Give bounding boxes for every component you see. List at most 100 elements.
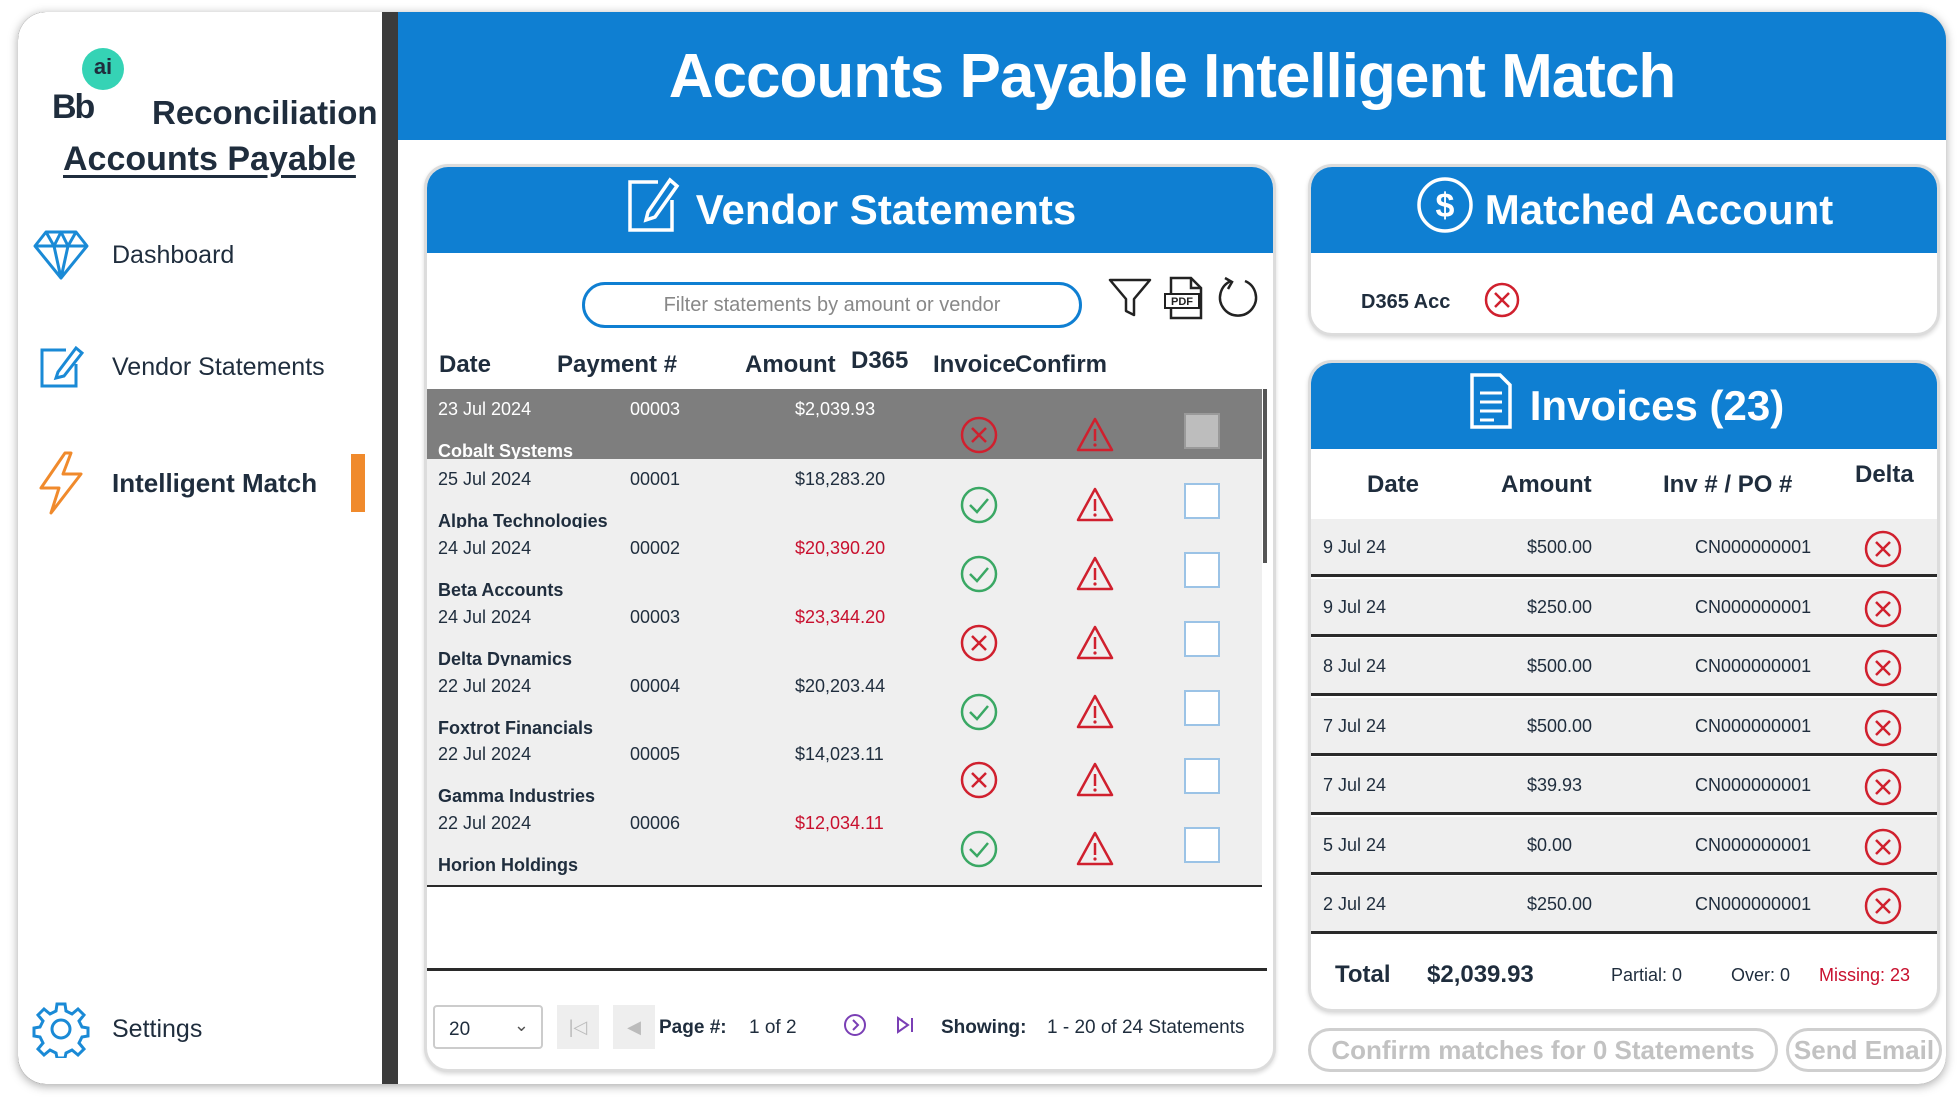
x-circle-icon <box>959 623 999 668</box>
first-page-button[interactable]: |◁ <box>557 1005 599 1049</box>
x-circle-icon[interactable] <box>1863 708 1903 753</box>
invoice-date: 7 Jul 24 <box>1323 715 1387 736</box>
vendor-statements-header: Vendor Statements <box>427 167 1273 253</box>
invoice-row[interactable]: 5 Jul 24 $0.00 CN000000001 <box>1311 816 1937 875</box>
x-circle-icon <box>959 760 999 805</box>
previous-page-icon: ◀ <box>627 1016 641 1037</box>
matched-account-panel: $ Matched Account D365 Acc <box>1308 164 1940 336</box>
filter-icon[interactable] <box>1107 275 1153 326</box>
confirm-checkbox[interactable] <box>1184 552 1220 588</box>
logo-ai-badge: ai <box>82 48 124 90</box>
warning-icon <box>1075 485 1115 530</box>
confirm-checkbox[interactable] <box>1184 758 1220 794</box>
invoice-number: CN000000001 <box>1695 537 1812 557</box>
toolbar: PDF <box>1107 275 1261 326</box>
x-circle-icon <box>959 415 999 460</box>
statement-amount: $18,283.20 <box>795 469 886 489</box>
x-circle-icon[interactable] <box>1863 767 1903 812</box>
warning-icon <box>1075 760 1115 805</box>
check-circle-icon <box>959 829 999 874</box>
partial-count: Partial: 0 <box>1611 965 1683 985</box>
invoice-number: CN000000001 <box>1695 656 1812 676</box>
invoice-row[interactable]: 8 Jul 24 $500.00 CN000000001 <box>1311 638 1937 696</box>
statement-amount: $20,203.44 <box>795 676 886 696</box>
refresh-icon[interactable] <box>1215 275 1261 326</box>
warning-icon <box>1075 829 1115 874</box>
confirm-checkbox[interactable] <box>1184 827 1220 863</box>
confirm-checkbox[interactable] <box>1184 483 1220 519</box>
statement-date: 24 Jul 2024 <box>438 607 532 627</box>
svg-text:PDF: PDF <box>1171 296 1193 308</box>
x-circle-icon[interactable] <box>1863 529 1903 574</box>
invoice-amount: $250.00 <box>1527 596 1593 617</box>
check-circle-icon <box>959 554 999 599</box>
invoice-row[interactable]: 7 Jul 24 $500.00 CN000000001 <box>1311 697 1937 756</box>
invoice-number: CN000000001 <box>1695 894 1812 914</box>
invoice-row[interactable]: 7 Jul 24 $39.93 CN000000001 <box>1311 757 1937 815</box>
statement-payment-number: 00006 <box>630 813 681 833</box>
statements-table-header: Date Payment # Amount D365 Invoice Confi… <box>427 343 1273 387</box>
confirm-matches-button[interactable]: Confirm matches for 0 Statements <box>1308 1028 1778 1072</box>
edit-document-icon <box>624 174 696 246</box>
invoice-amount: $0.00 <box>1527 834 1573 855</box>
send-email-button[interactable]: Send Email <box>1786 1028 1942 1072</box>
matched-account-header: $ Matched Account <box>1311 167 1937 253</box>
lightning-icon <box>30 451 92 515</box>
statement-amount: $20,390.20 <box>795 538 886 558</box>
page-size-select[interactable]: 20 ⌄ <box>433 1005 543 1049</box>
column-header: Amount <box>1501 471 1592 498</box>
sidebar: ai Bb Reconciliation Accounts Payable Da… <box>18 12 382 1084</box>
column-header: Inv # / PO # <box>1663 471 1793 498</box>
x-circle-icon[interactable] <box>1863 827 1903 872</box>
invoice-row[interactable]: 9 Jul 24 $250.00 CN000000001 <box>1311 578 1937 637</box>
pdf-icon[interactable]: PDF <box>1163 275 1205 326</box>
chevron-down-icon: ⌄ <box>513 1015 529 1035</box>
invoice-document-icon <box>1464 371 1530 441</box>
confirm-checkbox[interactable] <box>1184 621 1220 657</box>
statement-payment-number: 00003 <box>630 607 681 627</box>
sidebar-item-label: Vendor Statements <box>112 352 325 381</box>
account-label: D365 Acc <box>1361 291 1451 313</box>
column-header: Invoice <box>933 351 1016 378</box>
invoice-row[interactable]: 9 Jul 24 $500.00 CN000000001 <box>1311 519 1937 577</box>
column-header: Payment # <box>557 351 678 378</box>
page-size-value: 20 <box>449 1019 471 1040</box>
warning-icon <box>1075 554 1115 599</box>
invoices-table-header: Date Amount Inv # / PO # Delta <box>1311 449 1937 519</box>
scrollbar[interactable] <box>1263 389 1267 563</box>
invoice-number: CN000000001 <box>1695 715 1812 736</box>
invoice-date: 7 Jul 24 <box>1323 775 1387 795</box>
sidebar-item-settings[interactable]: Settings <box>30 994 370 1064</box>
invoice-amount: $500.00 <box>1527 715 1593 736</box>
x-circle-icon[interactable] <box>1863 589 1903 634</box>
x-circle-icon[interactable] <box>1863 886 1903 931</box>
statement-filter-input[interactable]: Filter statements by amount or vendor <box>582 282 1082 328</box>
app-window: ai Bb Reconciliation Accounts Payable Da… <box>18 12 1946 1084</box>
statement-amount: $23,344.20 <box>795 607 886 627</box>
previous-page-button[interactable]: ◀ <box>613 1005 655 1049</box>
sidebar-item-vendor-statements[interactable]: Vendor Statements <box>30 332 370 402</box>
next-page-icon[interactable] <box>843 1013 867 1043</box>
invoice-row[interactable]: 2 Jul 24 $250.00 CN000000001 <box>1311 876 1937 934</box>
page-value: 1 of 2 <box>749 1017 797 1038</box>
check-circle-icon <box>959 692 999 737</box>
column-header: Date <box>1367 471 1420 498</box>
vendor-statements-title: Vendor Statements <box>695 186 1077 233</box>
showing-value: 1 - 20 of 24 Statements <box>1047 1017 1245 1038</box>
sidebar-item-label: Intelligent Match <box>112 467 318 498</box>
sidebar-item-dashboard[interactable]: Dashboard <box>30 220 370 290</box>
gear-icon <box>30 998 92 1060</box>
confirm-checkbox[interactable] <box>1184 413 1220 449</box>
invoice-date: 5 Jul 24 <box>1323 834 1387 855</box>
confirm-checkbox[interactable] <box>1184 690 1220 726</box>
warning-icon <box>1075 415 1115 460</box>
sidebar-item-intelligent-match[interactable]: Intelligent Match <box>30 448 370 518</box>
x-circle-icon[interactable] <box>1863 648 1903 693</box>
check-circle-icon <box>959 485 999 530</box>
last-page-icon[interactable] <box>893 1013 917 1043</box>
statement-row[interactable]: 22 Jul 2024 00006 $12,034.11 Horion Holding… <box>427 803 1262 887</box>
statement-vendor: Horion Holdings <box>438 855 578 875</box>
page-header: Accounts Payable Intelligent Match <box>398 12 1946 140</box>
svg-text:$: $ <box>1435 187 1454 225</box>
invoice-number: CN000000001 <box>1695 596 1812 617</box>
